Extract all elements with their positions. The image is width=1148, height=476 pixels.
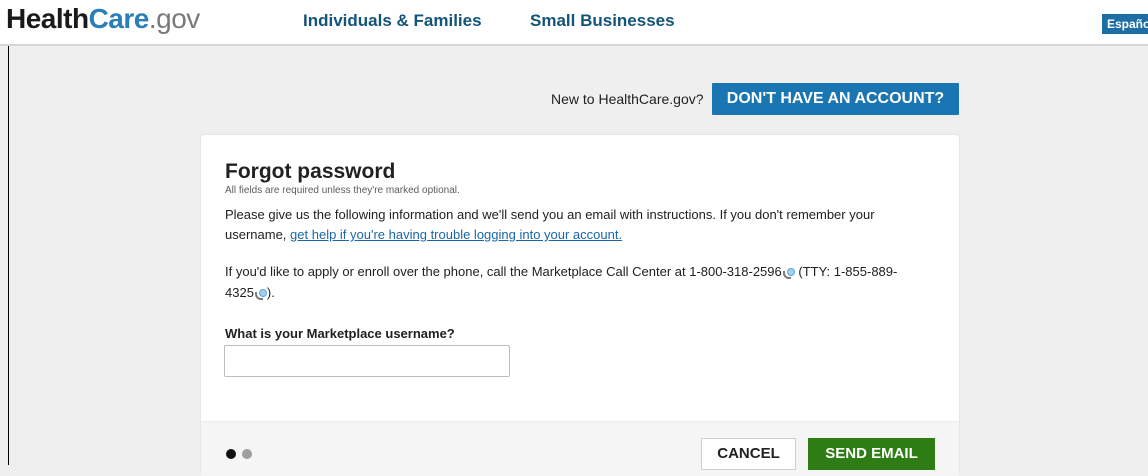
phone-icon[interactable] <box>254 289 267 300</box>
username-label: What is your Marketplace username? <box>225 326 455 341</box>
nav-small-businesses[interactable]: Small Businesses <box>530 11 675 31</box>
nav-individuals-families[interactable]: Individuals & Families <box>303 11 482 31</box>
step-indicator-inactive <box>242 449 252 459</box>
username-input[interactable] <box>224 345 510 377</box>
card-footer: CANCEL SEND EMAIL <box>201 421 959 476</box>
new-user-text: New to HealthCare.gov? <box>551 91 704 107</box>
phone-icon[interactable] <box>782 268 795 279</box>
create-account-button[interactable]: DON'T HAVE AN ACCOUNT? <box>712 83 959 115</box>
page-title: Forgot password <box>225 160 396 183</box>
call-center-text: If you'd like to apply or enroll over th… <box>225 264 898 300</box>
required-fields-note: All fields are required unless they're m… <box>225 185 460 196</box>
healthcare-logo[interactable]: HealthCare.gov <box>6 4 200 34</box>
language-button[interactable]: Español <box>1102 14 1148 34</box>
cancel-button[interactable]: CANCEL <box>701 438 796 470</box>
left-border <box>8 0 9 465</box>
step-indicator-active <box>226 449 236 459</box>
send-email-button[interactable]: SEND EMAIL <box>808 438 935 470</box>
login-help-link[interactable]: get help if you're having trouble loggin… <box>290 227 622 242</box>
forgot-password-card: Forgot password All fields are required … <box>201 135 959 476</box>
instructions-text: Please give us the following information… <box>225 207 875 242</box>
site-header: HealthCare.gov Individuals & Families Sm… <box>0 0 1148 46</box>
